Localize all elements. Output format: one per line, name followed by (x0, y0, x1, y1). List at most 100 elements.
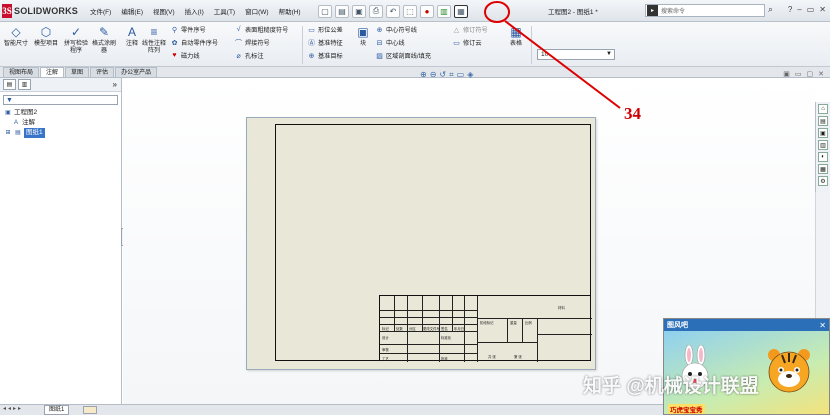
menu-window[interactable]: 窗口(W) (245, 6, 268, 16)
zoom-to-area-icon[interactable]: ⊖ (430, 70, 437, 80)
feature-manager-tab-icon[interactable]: ▤ (3, 79, 16, 90)
tab-view-layout[interactable]: 视图布局 (3, 67, 40, 77)
tb-label: 审核 (382, 348, 389, 352)
table-label: 表格 (509, 41, 522, 47)
close-icon[interactable]: ✕ (819, 5, 826, 14)
tb-col-line (452, 296, 453, 331)
tree-filter[interactable]: ▼ (3, 95, 118, 105)
chevron-down-icon[interactable]: ▼ (606, 50, 612, 59)
print-icon[interactable]: ⎙ (369, 4, 383, 18)
block-icon: ▣ (357, 25, 369, 39)
ribbon-separator (302, 26, 303, 64)
tb-col-line (522, 318, 523, 342)
help-icon[interactable]: ? (788, 5, 792, 14)
zoom-to-fit-icon[interactable]: ⊕ (420, 70, 427, 80)
add-sheet-icon[interactable] (83, 406, 97, 414)
view-settings-icon[interactable]: ◈ (467, 70, 473, 80)
auto-balloon-label: 自动零件序号 (181, 40, 219, 47)
menu-file[interactable]: 文件(F) (90, 6, 111, 16)
search-icon[interactable]: ⌕ (768, 4, 782, 17)
menu-edit[interactable]: 编辑(E) (121, 6, 143, 16)
layer-select[interactable]: 10 ▼ (537, 49, 615, 60)
table-button[interactable]: ▦ 表格 (502, 24, 530, 64)
file-explorer-icon[interactable]: ▣ (818, 128, 828, 138)
command-tabs: 视图布局 注解 草图 评估 办公室产品 (0, 67, 830, 78)
tb-label: 标记 (382, 327, 389, 331)
revision-symbol-button[interactable]: △ 修订符号 (452, 25, 488, 35)
appearances-icon[interactable]: ◐ (818, 152, 828, 162)
open-folder-icon[interactable]: ▤ (335, 4, 349, 18)
viewport-minimize-icon[interactable]: ▭ (795, 70, 802, 78)
format-painter-button[interactable]: ✎ 格式涂刷器 (90, 24, 118, 64)
minimize-icon[interactable]: – (797, 5, 801, 14)
sheet-nav-arrows-icon[interactable]: ◂◂▸▸ (3, 405, 23, 412)
menu-help[interactable]: 帮助(H) (279, 6, 301, 16)
new-document-icon[interactable]: ▢ (318, 4, 332, 18)
tb-row-line (380, 353, 477, 354)
save-icon[interactable]: ▣ (352, 4, 366, 18)
revision-cloud-button[interactable]: ▭ 修订云 (452, 38, 481, 48)
tree-node-sheet[interactable]: ⊞ ▤ 图纸1 (4, 128, 121, 138)
menu-insert[interactable]: 插入(I) (185, 6, 204, 16)
datum-feature-button[interactable]: Ⓐ 基准特征 (307, 38, 343, 48)
magnetic-line-button[interactable]: ♥ 磁力线 (170, 51, 199, 60)
tab-office-products[interactable]: 办公室产品 (115, 67, 158, 77)
property-manager-tab-icon[interactable]: ▥ (18, 79, 31, 90)
surface-finish-button[interactable]: √ 表面粗糙度符号 (234, 25, 289, 34)
auto-balloon-button[interactable]: ✿ 自动零件序号 (170, 38, 219, 48)
drawing-sheet[interactable]: 标记 处数 分区 更改文件号 签名 年月日 设计 标准化 审核 工艺 批准 阶段… (246, 117, 596, 370)
expand-icon[interactable]: ⊞ (4, 129, 12, 137)
ad-popup[interactable]: 图风吧 ✕ 巧虎宝宝秀 (663, 318, 830, 415)
viewport-restore-icon[interactable]: ▢ (807, 70, 814, 78)
ad-close-icon[interactable]: ✕ (819, 321, 826, 330)
balloon-button[interactable]: ⚲ 零件序号 (170, 25, 206, 35)
center-mark-icon: ⊕ (376, 26, 383, 34)
datum-target-button[interactable]: ⊕ 基准目标 (307, 51, 343, 61)
quick-access-toolbar: ▢ ▤ ▣ ⎙ ↶ ⬚ ● ▥ ▦ (318, 4, 468, 18)
watermark: 知乎 @机械设计联盟 (583, 376, 759, 397)
display-style-icon[interactable]: ▭ (457, 70, 465, 80)
viewport-icon[interactable]: ▣ (783, 70, 790, 78)
solidworks-resources-icon[interactable]: ⌂ (818, 104, 828, 114)
hole-callout-button[interactable]: ⌀ 孔标注 (234, 51, 263, 61)
block-label: 块 (359, 41, 366, 47)
search-scope-icon[interactable]: ▸ (647, 5, 658, 16)
toolbox-icon[interactable]: ⚙ (818, 176, 828, 186)
tab-sketch[interactable]: 草图 (65, 67, 90, 77)
block-button[interactable]: ▣ 块 (355, 24, 371, 64)
search-commands[interactable]: ▸ 搜索命令 (645, 4, 765, 17)
section-view-icon[interactable]: ⌗ (449, 70, 454, 80)
centerline-button[interactable]: ⊟ 中心线 (375, 38, 405, 48)
select-icon[interactable]: ⬚ (403, 4, 417, 18)
previous-view-icon[interactable]: ↺ (439, 70, 446, 80)
tab-evaluate[interactable]: 评估 (90, 67, 115, 77)
command-manager: ◇ 智能尺寸 ⬡ 模型项目 ✓ 拼写检验程序 ✎ 格式涂刷器 A 注释 ≡ 线性… (0, 22, 830, 67)
menu-tools[interactable]: 工具(T) (214, 6, 235, 16)
spell-check-button[interactable]: ✓ 拼写检验程序 (62, 24, 90, 64)
expand-panel-icon[interactable]: » (113, 80, 117, 89)
file-properties-icon[interactable]: ▦ (454, 4, 468, 18)
search-input[interactable]: 搜索命令 (661, 6, 685, 15)
tree-node-root[interactable]: ▣ 工程图2 (4, 108, 121, 118)
weld-symbol-button[interactable]: ⌒ 焊接符号 (234, 38, 270, 48)
model-items-button[interactable]: ⬡ 模型项目 (32, 24, 60, 64)
undo-icon[interactable]: ↶ (386, 4, 400, 18)
viewport-close-icon[interactable]: ✕ (818, 70, 824, 78)
view-palette-icon[interactable]: ▥ (818, 140, 828, 150)
smart-dimension-button[interactable]: ◇ 智能尺寸 (2, 24, 30, 64)
spell-check-icon: ✓ (70, 25, 82, 39)
tab-annotation[interactable]: 注解 (40, 67, 65, 77)
rebuild-icon[interactable]: ● (420, 4, 434, 18)
tree-node-annotations[interactable]: A 注解 (4, 118, 121, 128)
center-mark-button[interactable]: ⊕ 中心符号线 (375, 25, 417, 35)
area-hatch-button[interactable]: ▨ 区域剖面线/填充 (375, 51, 431, 61)
solidworks-logo[interactable]: 3S SOLIDWORKS (2, 3, 78, 19)
custom-properties-icon[interactable]: ▦ (818, 164, 828, 174)
options-icon[interactable]: ▥ (437, 4, 451, 18)
design-library-icon[interactable]: ▤ (818, 116, 828, 126)
restore-icon[interactable]: ▭ (807, 5, 815, 14)
gdt-button[interactable]: ▭ 形位公差 (307, 25, 343, 35)
sheet-tab[interactable]: 图纸1 (44, 405, 70, 415)
linear-note-pattern-button[interactable]: ≡ 线性注释阵列 (140, 24, 168, 64)
menu-view[interactable]: 视图(V) (153, 6, 175, 16)
